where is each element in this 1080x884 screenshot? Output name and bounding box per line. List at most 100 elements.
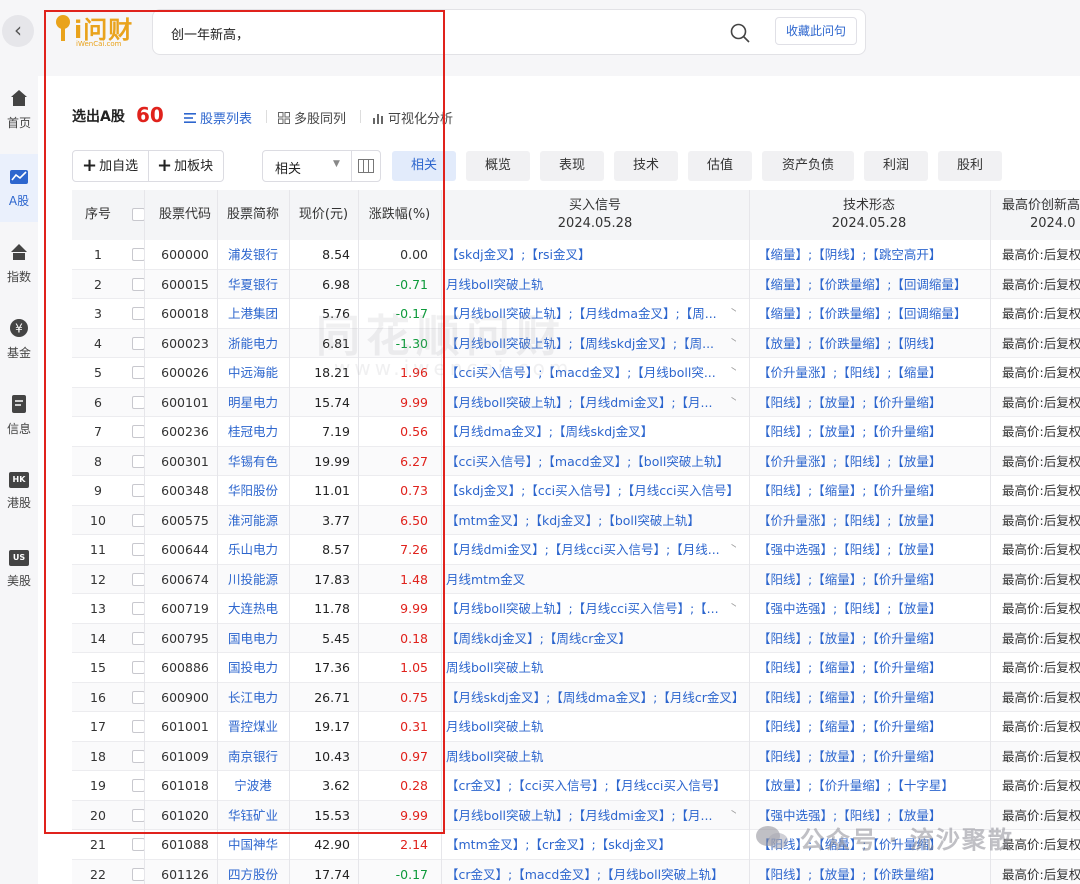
buy-signal[interactable]: 月线mtm金叉 — [446, 565, 736, 594]
chevron-down-icon[interactable]: ﹀ — [731, 594, 736, 623]
stock-name-link[interactable]: 国电电力 — [217, 624, 289, 653]
buy-signal[interactable]: 【月线boll突破上轨】;【月线dmi金叉】;【月... ﹀ — [446, 801, 736, 830]
header-price[interactable]: 现价(元) — [289, 190, 358, 240]
buy-signal[interactable]: 月线boll突破上轨 — [446, 712, 736, 741]
chevron-down-icon[interactable]: ﹀ — [731, 329, 736, 358]
tab-performance[interactable]: 表现 — [540, 151, 604, 181]
chevron-down-icon[interactable]: ﹀ — [731, 535, 736, 564]
buy-signal[interactable]: 【mtm金叉】;【kdj金叉】;【boll突破上轨】 — [446, 506, 736, 535]
row-checkbox-cell[interactable] — [124, 801, 154, 830]
table-row[interactable]: 14 600795 国电电力 5.45 0.18 【周线kdj金叉】;【周线cr金叉】 【阳… — [72, 623, 1080, 653]
stock-name-link[interactable]: 长江电力 — [217, 683, 289, 712]
row-checkbox-cell[interactable] — [124, 476, 154, 505]
row-checkbox-cell[interactable] — [124, 830, 154, 859]
row-checkbox-cell[interactable] — [124, 594, 154, 623]
row-checkbox-cell[interactable] — [124, 506, 154, 535]
table-row[interactable]: 12 600674 川投能源 17.83 1.48 月线mtm金叉 【阳线】;【缩量】;【价… — [72, 564, 1080, 594]
stock-name-link[interactable]: 宁波港 — [217, 771, 289, 800]
row-checkbox-cell[interactable] — [124, 358, 154, 387]
sidebar-item-info[interactable]: 信息 — [0, 394, 38, 456]
buy-signal[interactable]: 【mtm金叉】;【cr金叉】;【skdj金叉】 — [446, 830, 736, 859]
iwencai-logo[interactable]: i问财 iWenCai.com — [52, 10, 134, 50]
stock-name-link[interactable]: 淮河能源 — [217, 506, 289, 535]
table-row[interactable]: 9 600348 华阳股份 11.01 0.73 【skdj金叉】;【cci买入信号】;【… — [72, 476, 1080, 506]
buy-signal[interactable]: 周线boll突破上轨 — [446, 653, 736, 682]
row-checkbox-cell[interactable] — [124, 860, 154, 884]
buy-signal[interactable]: 周线boll突破上轨 — [446, 742, 736, 771]
buy-signal[interactable]: 【skdj金叉】;【cci买入信号】;【月线cci买入信号】 — [446, 476, 736, 505]
stock-name-link[interactable]: 南京银行 — [217, 742, 289, 771]
tab-profit[interactable]: 利润 — [864, 151, 928, 181]
header-code[interactable]: 股票代码 — [154, 190, 216, 240]
stock-name-link[interactable]: 桂冠电力 — [217, 417, 289, 446]
stock-name-link[interactable]: 华阳股份 — [217, 476, 289, 505]
table-row[interactable]: 7 600236 桂冠电力 7.19 0.56 【月线dma金叉】;【周线skdj金叉】 【… — [72, 417, 1080, 447]
table-row[interactable]: 18 601009 南京银行 10.43 0.97 周线boll突破上轨 【阳线】;【放量】… — [72, 741, 1080, 771]
row-checkbox-cell[interactable] — [124, 270, 154, 299]
chevron-down-icon[interactable]: ﹀ — [731, 388, 736, 417]
buy-signal[interactable]: 【skdj金叉】;【rsi金叉】 — [446, 240, 736, 269]
tab-visual-analysis[interactable]: 可视化分析 — [372, 108, 453, 127]
table-row[interactable]: 13 600719 大连热电 11.78 9.99 【月线boll突破上轨】;【月线cci… — [72, 594, 1080, 624]
row-checkbox-cell[interactable] — [124, 653, 154, 682]
stock-name-link[interactable]: 浦发银行 — [217, 240, 289, 269]
row-checkbox-cell[interactable] — [124, 240, 154, 269]
header-buy-signal[interactable]: 买入信号 2024.05.28 — [441, 190, 749, 240]
tab-balance-sheet[interactable]: 资产负债 — [762, 151, 854, 181]
row-checkbox-cell[interactable] — [124, 417, 154, 446]
table-row[interactable]: 11 600644 乐山电力 8.57 7.26 【月线dmi金叉】;【月线cci买入信号… — [72, 535, 1080, 565]
sidebar-item-index[interactable]: 指数 — [0, 242, 38, 304]
header-change[interactable]: 涨跌幅(%) — [358, 190, 441, 240]
stock-name-link[interactable]: 华锡有色 — [217, 447, 289, 476]
row-checkbox-cell[interactable] — [124, 624, 154, 653]
table-row[interactable]: 22 601126 四方股份 17.74 -0.17 【cr金叉】;【macd金叉】;【月… — [72, 859, 1080, 884]
header-name[interactable]: 股票简称 — [217, 190, 289, 240]
row-checkbox-cell[interactable] — [124, 388, 154, 417]
sidebar-item-hk[interactable]: HK 港股 — [0, 472, 38, 534]
buy-signal[interactable]: 【月线dma金叉】;【周线skdj金叉】 — [446, 417, 736, 446]
table-row[interactable]: 6 600101 明星电力 15.74 9.99 【月线boll突破上轨】;【月线dmi金… — [72, 387, 1080, 417]
table-row[interactable]: 10 600575 淮河能源 3.77 6.50 【mtm金叉】;【kdj金叉】;【bol… — [72, 505, 1080, 535]
stock-name-link[interactable]: 大连热电 — [217, 594, 289, 623]
buy-signal[interactable]: 【周线kdj金叉】;【周线cr金叉】 — [446, 624, 736, 653]
buy-signal[interactable]: 月线boll突破上轨 — [446, 270, 736, 299]
table-row[interactable]: 17 601001 晋控煤业 19.17 0.31 月线boll突破上轨 【阳线】;【缩量】… — [72, 712, 1080, 742]
tab-technical[interactable]: 技术 — [614, 151, 678, 181]
stock-name-link[interactable]: 上港集团 — [217, 299, 289, 328]
table-row[interactable]: 5 600026 中远海能 18.21 1.96 【cci买入信号】;【macd金叉】;【… — [72, 358, 1080, 388]
buy-signal[interactable]: 【月线dmi金叉】;【月线cci买入信号】;【月线... ﹀ — [446, 535, 736, 564]
column-settings-button[interactable] — [351, 150, 381, 182]
stock-name-link[interactable]: 川投能源 — [217, 565, 289, 594]
buy-signal[interactable]: 【cci买入信号】;【macd金叉】;【boll突破上轨】 — [446, 447, 736, 476]
table-row[interactable]: 19 601018 宁波港 3.62 0.28 【cr金叉】;【cci买入信号】;【月线c… — [72, 771, 1080, 801]
buy-signal[interactable]: 【月线boll突破上轨】;【月线dmi金叉】;【月... ﹀ — [446, 388, 736, 417]
stock-name-link[interactable]: 明星电力 — [217, 388, 289, 417]
row-checkbox-cell[interactable] — [124, 712, 154, 741]
stock-name-link[interactable]: 中远海能 — [217, 358, 289, 387]
row-checkbox-cell[interactable] — [124, 329, 154, 358]
collect-query-button[interactable]: 收藏此问句 — [775, 17, 857, 45]
tab-multi-stock[interactable]: 多股同列 — [278, 108, 346, 127]
header-tech-pattern[interactable]: 技术形态 2024.05.28 — [749, 190, 989, 240]
sidebar-item-us[interactable]: US 美股 — [0, 550, 38, 612]
add-block-button[interactable]: + 加板块 — [157, 151, 213, 181]
tab-related[interactable]: 相关 — [392, 151, 456, 181]
row-checkbox-cell[interactable] — [124, 447, 154, 476]
stock-name-link[interactable]: 中国神华 — [217, 830, 289, 859]
stock-name-link[interactable]: 浙能电力 — [217, 329, 289, 358]
stock-name-link[interactable]: 四方股份 — [217, 860, 289, 884]
chevron-down-icon[interactable]: ﹀ — [731, 801, 736, 830]
table-row[interactable]: 15 600886 国投电力 17.36 1.05 周线boll突破上轨 【阳线】;【缩量】… — [72, 653, 1080, 683]
header-select-all[interactable] — [124, 190, 154, 240]
add-watchlist-button[interactable]: + 加自选 — [82, 151, 138, 181]
stock-name-link[interactable]: 乐山电力 — [217, 535, 289, 564]
buy-signal[interactable]: 【月线boll突破上轨】;【月线cci买入信号】;【... ﹀ — [446, 594, 736, 623]
back-button[interactable]: ‹ — [2, 15, 34, 47]
row-checkbox-cell[interactable] — [124, 565, 154, 594]
table-row[interactable]: 4 600023 浙能电力 6.81 -1.30 【月线boll突破上轨】;【周线skdj… — [72, 328, 1080, 358]
stock-name-link[interactable]: 华钰矿业 — [217, 801, 289, 830]
sidebar-item-home[interactable]: 首页 — [0, 88, 38, 150]
tab-stock-list[interactable]: 股票列表 — [184, 108, 252, 127]
sidebar-item-fund[interactable]: ¥ 基金 — [0, 318, 38, 380]
header-new-high[interactable]: 最高价创新高 2024.0 — [1002, 190, 1080, 240]
